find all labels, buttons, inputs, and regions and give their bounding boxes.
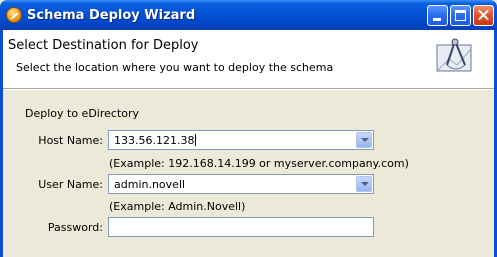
host-name-example: (Example: 192.168.14.199 or myserver.com… — [109, 157, 409, 170]
password-field[interactable] — [108, 217, 374, 237]
host-name-combo[interactable]: 133.56.121.38 — [108, 130, 374, 150]
chevron-down-icon[interactable] — [356, 132, 372, 148]
password-label: Password: — [47, 221, 103, 234]
close-icon — [474, 6, 493, 25]
title-bar[interactable]: Schema Deploy Wizard — [0, 0, 497, 30]
window-title: Schema Deploy Wizard — [27, 8, 196, 23]
wizard-content: Deploy to eDirectory Host Name: 133.56.1… — [3, 90, 494, 257]
wizard-app-icon — [6, 7, 22, 23]
user-name-label: User Name: — [38, 178, 103, 191]
deploy-target-heading: Deploy to eDirectory — [25, 107, 140, 120]
maximize-button[interactable] — [450, 5, 471, 26]
minimize-icon — [433, 18, 441, 21]
user-name-example: (Example: Admin.Novell) — [109, 200, 246, 213]
close-button[interactable] — [473, 5, 494, 26]
minimize-button[interactable] — [427, 5, 448, 26]
user-name-value[interactable]: admin.novell — [114, 178, 185, 191]
page-description: Select the location where you want to de… — [16, 61, 334, 74]
drafting-compass-icon — [436, 38, 472, 72]
user-name-combo[interactable]: admin.novell — [108, 174, 374, 194]
wizard-banner: Select Destination for Deploy Select the… — [3, 30, 494, 88]
page-title: Select Destination for Deploy — [8, 38, 199, 53]
host-name-label: Host Name: — [38, 134, 103, 147]
host-name-value[interactable]: 133.56.121.38 — [114, 134, 197, 147]
maximize-icon — [455, 10, 466, 21]
chevron-down-icon[interactable] — [356, 176, 372, 192]
text-caret — [195, 134, 197, 146]
